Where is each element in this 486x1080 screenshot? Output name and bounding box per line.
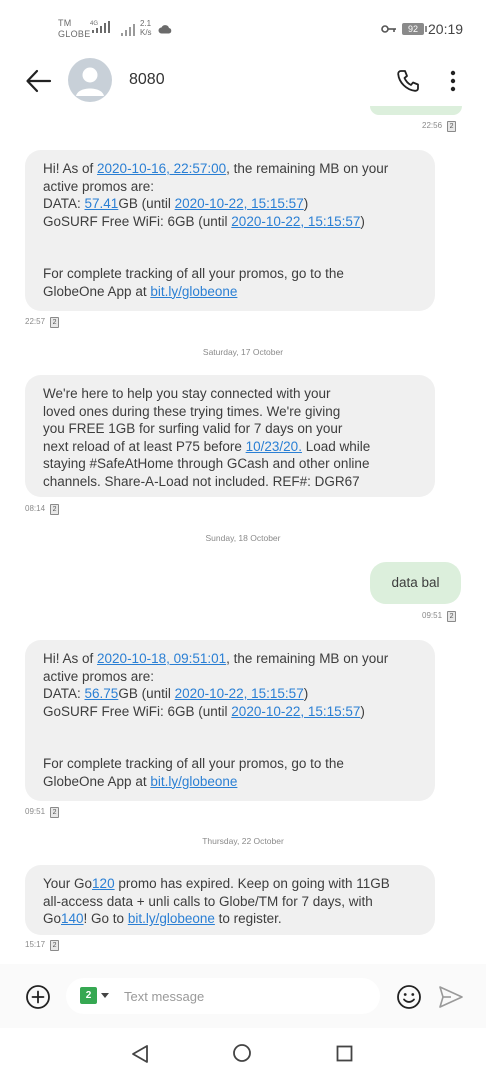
smiley-icon[interactable] bbox=[396, 984, 422, 1010]
received-message[interactable]: Hi! As of 2020-10-16, 22:57:00, the rema… bbox=[25, 150, 435, 311]
message-link[interactable]: 2020-10-18, 09:51:01 bbox=[97, 651, 226, 666]
nav-back-icon[interactable] bbox=[131, 1044, 149, 1064]
message-meta: 09:51 2 bbox=[422, 610, 457, 622]
message-input-container[interactable]: 2 bbox=[66, 978, 380, 1014]
send-icon[interactable] bbox=[438, 985, 464, 1009]
message-link[interactable]: 57.41 bbox=[85, 196, 119, 211]
message-link[interactable]: 2020-10-22, 15:15:57 bbox=[231, 214, 360, 229]
sim-icon: 2 bbox=[50, 806, 60, 818]
clock: 20:19 bbox=[428, 21, 464, 37]
message-meta: 22:57 2 bbox=[25, 316, 60, 328]
conversation-header: 8080 bbox=[0, 56, 486, 106]
sent-message-partial[interactable] bbox=[370, 106, 462, 115]
sim-icon: 2 bbox=[447, 610, 457, 622]
received-message[interactable]: Your Go120 promo has expired. Keep on go… bbox=[25, 865, 435, 935]
message-link[interactable]: bit.ly/globeone bbox=[150, 284, 237, 299]
network-speed: 2.1 K/s bbox=[140, 19, 152, 37]
message-thread[interactable]: 22:56 2 Hi! As of 2020-10-16, 22:57:00, t… bbox=[0, 106, 486, 964]
contact-avatar[interactable] bbox=[68, 58, 112, 102]
received-message[interactable]: Hi! As of 2020-10-18, 09:51:01, the rema… bbox=[25, 640, 435, 801]
cloud-icon bbox=[158, 25, 172, 34]
message-input[interactable] bbox=[124, 978, 364, 1014]
message-link[interactable]: 10/23/20. bbox=[246, 439, 302, 454]
message-link[interactable]: 140 bbox=[61, 911, 84, 926]
system-navigation-bar bbox=[0, 1028, 486, 1080]
date-separator: Sunday, 18 October bbox=[205, 533, 281, 543]
sim-selector[interactable]: 2 bbox=[80, 987, 109, 1004]
chevron-down-icon bbox=[101, 992, 109, 998]
sim-icon: 2 bbox=[50, 503, 60, 515]
plus-circle-icon[interactable] bbox=[25, 984, 51, 1010]
message-meta: 09:51 2 bbox=[25, 806, 60, 818]
message-link[interactable]: 56.75 bbox=[85, 686, 119, 701]
sim-icon: 2 bbox=[50, 939, 60, 951]
message-meta: 15:17 2 bbox=[25, 939, 60, 951]
nav-home-icon[interactable] bbox=[232, 1043, 252, 1063]
svg-text:4G: 4G bbox=[90, 21, 98, 27]
battery-indicator: 92 bbox=[402, 23, 427, 35]
message-link[interactable]: 2020-10-22, 15:15:57 bbox=[175, 686, 304, 701]
contact-name[interactable]: 8080 bbox=[129, 71, 165, 89]
message-meta: 22:56 2 bbox=[422, 120, 457, 132]
nav-recents-icon[interactable] bbox=[336, 1045, 353, 1062]
message-link[interactable]: bit.ly/globeone bbox=[150, 774, 237, 789]
message-meta: 08:14 2 bbox=[25, 503, 60, 515]
signal-icon bbox=[121, 24, 135, 36]
status-bar: TM GLOBE 4G 2.1 K/s 92 20:19 bbox=[0, 0, 486, 56]
message-link[interactable]: 2020-10-22, 15:15:57 bbox=[231, 704, 360, 719]
sent-message[interactable]: data bal bbox=[370, 562, 461, 604]
arrow-left-icon[interactable] bbox=[24, 66, 54, 96]
date-separator: Saturday, 17 October bbox=[202, 347, 284, 357]
message-link[interactable]: 120 bbox=[92, 876, 115, 891]
message-link[interactable]: bit.ly/globeone bbox=[128, 911, 215, 926]
message-link[interactable]: 2020-10-22, 15:15:57 bbox=[175, 196, 304, 211]
date-separator: Thursday, 22 October bbox=[202, 836, 284, 846]
phone-icon[interactable] bbox=[394, 67, 422, 95]
sim-icon: 2 bbox=[50, 316, 60, 328]
vpn-key-icon bbox=[381, 25, 396, 33]
sim-icon: 2 bbox=[447, 120, 457, 132]
message-link[interactable]: 2020-10-16, 22:57:00 bbox=[97, 161, 226, 176]
sim-card-icon: 2 bbox=[80, 987, 97, 1004]
person-icon bbox=[76, 67, 104, 96]
signal-4g-icon: 4G bbox=[90, 21, 110, 33]
carrier-label: TM GLOBE bbox=[58, 18, 91, 39]
received-message[interactable]: We're here to help you stay connected wi… bbox=[25, 375, 435, 497]
more-vertical-icon[interactable] bbox=[444, 67, 462, 95]
message-composer: 2 bbox=[0, 964, 486, 1028]
